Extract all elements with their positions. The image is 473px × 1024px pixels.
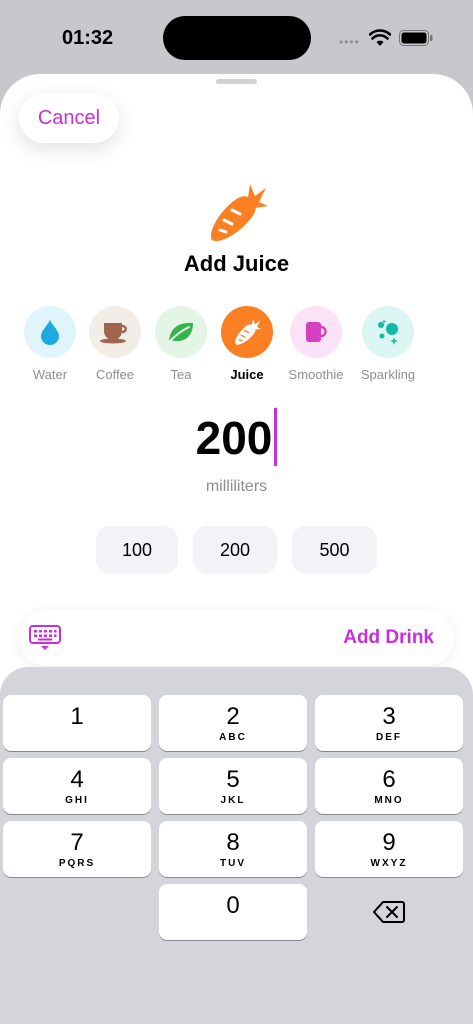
carrot-icon	[235, 318, 262, 345]
keyboard-icon[interactable]	[29, 625, 61, 651]
key-9[interactable]: 9 WXYZ	[315, 821, 463, 877]
key-letters: WXYZ	[370, 858, 408, 869]
drink-label: Smoothie	[288, 367, 344, 382]
wifi-icon	[369, 29, 391, 46]
battery-icon	[399, 30, 433, 46]
numeric-keypad: 1 2 ABC 3 DEF 4 GHI 5 JKL 6 MNO 7 PQRS 8…	[0, 667, 473, 1024]
key-0[interactable]: 0	[159, 884, 307, 940]
coffee-cup-icon	[100, 323, 127, 344]
key-letters: TUV	[220, 858, 246, 869]
preset-button-200[interactable]: 200	[193, 526, 277, 574]
key-letters: DEF	[376, 732, 402, 743]
key-8[interactable]: 8 TUV	[159, 821, 307, 877]
add-drink-button[interactable]: Add Drink	[343, 627, 434, 649]
sheet-grabber[interactable]	[216, 79, 257, 84]
drink-option-smoothie[interactable]: Smoothie	[281, 306, 351, 382]
key-6[interactable]: 6 MNO	[315, 758, 463, 814]
drink-label: Coffee	[95, 367, 135, 382]
key-1[interactable]: 1	[3, 695, 151, 751]
key-letters: MNO	[374, 795, 404, 806]
cancel-button[interactable]: Cancel	[19, 93, 119, 143]
leaf-icon	[169, 322, 193, 342]
key-digit: 0	[226, 892, 240, 919]
amount-field[interactable]: 200	[0, 408, 473, 468]
key-digit: 4	[70, 766, 84, 793]
key-digit: 9	[382, 829, 396, 856]
unit-label: milliliters	[205, 478, 268, 495]
amount-value: 200	[195, 412, 273, 464]
preset-button-100[interactable]: 100	[96, 526, 178, 574]
key-letters: JKL	[220, 795, 246, 806]
text-cursor	[274, 408, 278, 466]
mug-icon	[306, 322, 327, 342]
drink-icon-circle	[155, 306, 207, 358]
key-2[interactable]: 2 ABC	[159, 695, 307, 751]
carrot-icon	[210, 184, 268, 242]
drink-label: Sparkling	[360, 367, 416, 382]
backspace-icon	[373, 901, 405, 923]
bubbles-icon	[378, 319, 398, 345]
key-3[interactable]: 3 DEF	[315, 695, 463, 751]
key-5[interactable]: 5 JKL	[159, 758, 307, 814]
drink-option-coffee[interactable]: Coffee	[80, 306, 150, 382]
action-bar: Add Drink	[19, 610, 454, 666]
key-letters: ABC	[219, 732, 247, 743]
drink-icon-circle	[362, 306, 414, 358]
key-digit: 8	[226, 829, 240, 856]
delete-key[interactable]	[315, 884, 463, 940]
drink-label: Tea	[170, 367, 192, 382]
status-time: 01:32	[62, 27, 114, 49]
drink-option-sparkling[interactable]: Sparkling	[353, 306, 423, 382]
key-digit: 3	[382, 703, 396, 730]
key-digit: 6	[382, 766, 396, 793]
drink-label: Water	[32, 367, 68, 382]
key-digit: 7	[70, 829, 84, 856]
sheet-title: Add Juice	[183, 251, 290, 276]
key-4[interactable]: 4 GHI	[3, 758, 151, 814]
key-digit: 1	[70, 703, 84, 730]
drink-option-water[interactable]: Water	[15, 306, 85, 382]
dynamic-island	[163, 16, 311, 60]
drink-label: Juice	[230, 367, 264, 382]
key-digit: 2	[226, 703, 240, 730]
key-digit: 5	[226, 766, 240, 793]
key-letters: PQRS	[58, 858, 96, 869]
key-7[interactable]: 7 PQRS	[3, 821, 151, 877]
drink-option-tea[interactable]: Tea	[146, 306, 216, 382]
drink-type-selector: Water Coffee Tea Juice Smoothie Sparklin…	[0, 306, 473, 386]
drink-icon-circle	[290, 306, 342, 358]
drink-icon-circle	[221, 306, 273, 358]
drink-option-juice[interactable]: Juice	[212, 306, 282, 382]
drink-icon-circle	[89, 306, 141, 358]
drink-icon-circle	[24, 306, 76, 358]
preset-button-500[interactable]: 500	[292, 526, 377, 574]
cellular-signal-icon: ••••	[339, 35, 360, 49]
status-bar: 01:32 ••••	[0, 0, 473, 74]
key-letters: GHI	[65, 795, 89, 806]
water-drop-icon	[41, 320, 59, 345]
